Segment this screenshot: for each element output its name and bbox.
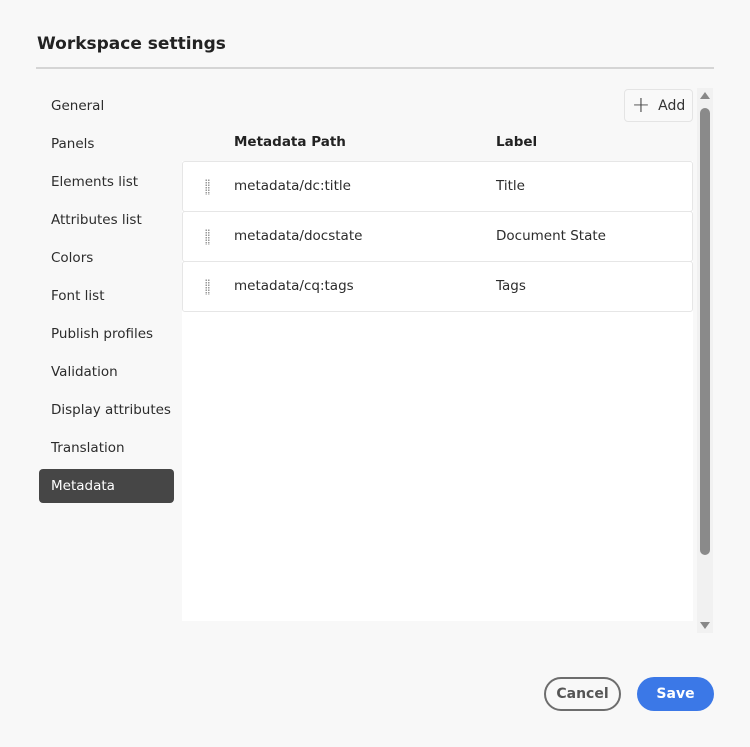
table-row[interactable]: metadata/cq:tags Tags — [182, 261, 693, 312]
dialog-title: Workspace settings — [37, 34, 226, 54]
vertical-scrollbar[interactable] — [697, 88, 713, 633]
save-button[interactable]: Save — [637, 677, 714, 711]
drag-handle-icon[interactable] — [205, 229, 210, 245]
row-path: metadata/cq:tags — [234, 278, 354, 294]
row-label: Tags — [496, 278, 526, 294]
row-path: metadata/docstate — [234, 228, 363, 244]
scrollbar-thumb[interactable] — [700, 108, 710, 555]
row-label: Title — [496, 178, 525, 194]
nav-item-publish-profiles[interactable]: Publish profiles — [39, 317, 174, 351]
title-divider — [36, 67, 714, 69]
nav-item-elements-list[interactable]: Elements list — [39, 165, 174, 199]
table-row[interactable]: metadata/docstate Document State — [182, 211, 693, 262]
column-header-label: Label — [496, 134, 538, 150]
add-button[interactable]: + Add — [624, 89, 693, 122]
nav-item-metadata[interactable]: Metadata — [39, 469, 174, 503]
table-row[interactable]: metadata/dc:title Title — [182, 161, 693, 212]
cancel-button[interactable]: Cancel — [544, 677, 621, 711]
nav-item-translation[interactable]: Translation — [39, 431, 174, 465]
drag-handle-icon[interactable] — [205, 279, 210, 295]
nav-item-panels[interactable]: Panels — [39, 127, 174, 161]
row-path: metadata/dc:title — [234, 178, 351, 194]
nav-item-attributes-list[interactable]: Attributes list — [39, 203, 174, 237]
nav-item-font-list[interactable]: Font list — [39, 279, 174, 313]
nav-item-validation[interactable]: Validation — [39, 355, 174, 389]
add-label: Add — [658, 97, 686, 114]
nav-item-display-attributes[interactable]: Display attributes — [39, 393, 174, 427]
settings-nav: General Panels Elements list Attributes … — [39, 89, 174, 507]
metadata-table: metadata/dc:title Title metadata/docstat… — [182, 161, 693, 621]
nav-item-general[interactable]: General — [39, 89, 174, 123]
scroll-down-arrow-icon[interactable] — [700, 622, 710, 629]
nav-item-colors[interactable]: Colors — [39, 241, 174, 275]
plus-icon: + — [631, 92, 651, 118]
scroll-up-arrow-icon[interactable] — [700, 92, 710, 99]
column-header-path: Metadata Path — [234, 134, 346, 150]
row-label: Document State — [496, 228, 606, 244]
drag-handle-icon[interactable] — [205, 179, 210, 195]
